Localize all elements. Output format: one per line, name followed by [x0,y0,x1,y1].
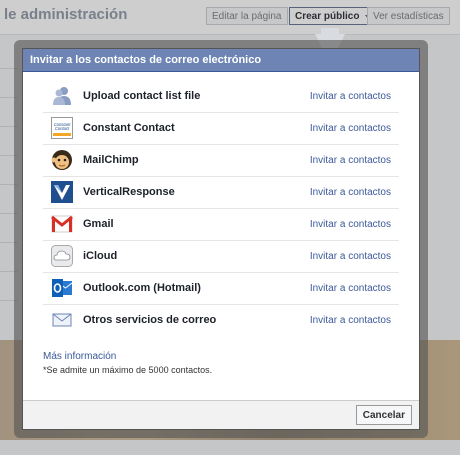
envelope-icon [52,313,72,327]
info-section: Más información *Se admite un máximo de … [43,351,212,375]
invite-contacts-link[interactable]: Invitar a contactos [310,283,391,294]
provider-row-verticalresponse: VerticalResponse Invitar a contactos [43,177,399,209]
provider-row-upload: Upload contact list file Invitar a conta… [43,81,399,113]
provider-list: Upload contact list file Invitar a conta… [43,81,399,336]
provider-row-constant-contact: Constant Contact Constant Contact Invita… [43,113,399,145]
invite-contacts-link[interactable]: Invitar a contactos [310,219,391,230]
more-info-link[interactable]: Más información [43,351,212,362]
provider-label: Constant Contact [83,122,175,134]
invite-contacts-link[interactable]: Invitar a contactos [310,187,391,198]
invite-contacts-link[interactable]: Invitar a contactos [310,251,391,262]
contact-limit-note: *Se admite un máximo de 5000 contactos. [43,365,213,375]
provider-row-mailchimp: MailChimp Invitar a contactos [43,145,399,177]
provider-label: Upload contact list file [83,90,201,102]
provider-label: MailChimp [83,154,139,166]
provider-label: VerticalResponse [83,186,175,198]
contacts-upload-icon [53,87,71,105]
mailchimp-icon [51,150,72,170]
invite-contacts-dialog: Invitar a los contactos de correo electr… [22,48,420,430]
verticalresponse-icon [51,181,73,203]
gmail-icon [51,215,73,233]
cancel-button[interactable]: Cancelar [355,405,412,425]
invite-contacts-link[interactable]: Invitar a contactos [310,155,391,166]
icloud-icon [51,245,73,267]
svg-text:Contact: Contact [55,126,70,131]
outlook-icon [52,279,73,297]
provider-row-outlook: Outlook.com (Hotmail) Invitar a contacto… [43,273,399,305]
invite-contacts-link[interactable]: Invitar a contactos [310,123,391,134]
provider-row-gmail: Gmail Invitar a contactos [43,209,399,241]
dialog-footer: Cancelar [23,400,419,429]
provider-row-other: Otros servicios de correo Invitar a cont… [43,305,399,336]
invite-contacts-link[interactable]: Invitar a contactos [310,91,391,102]
provider-label: Gmail [83,218,114,230]
provider-label: iCloud [83,250,118,262]
provider-label: Outlook.com (Hotmail) [83,282,201,294]
invite-contacts-link[interactable]: Invitar a contactos [310,315,391,326]
dialog-title: Invitar a los contactos de correo electr… [23,49,419,72]
provider-label: Otros servicios de correo [83,314,217,326]
constant-contact-icon: Constant Contact [51,117,73,139]
provider-row-icloud: iCloud Invitar a contactos [43,241,399,273]
